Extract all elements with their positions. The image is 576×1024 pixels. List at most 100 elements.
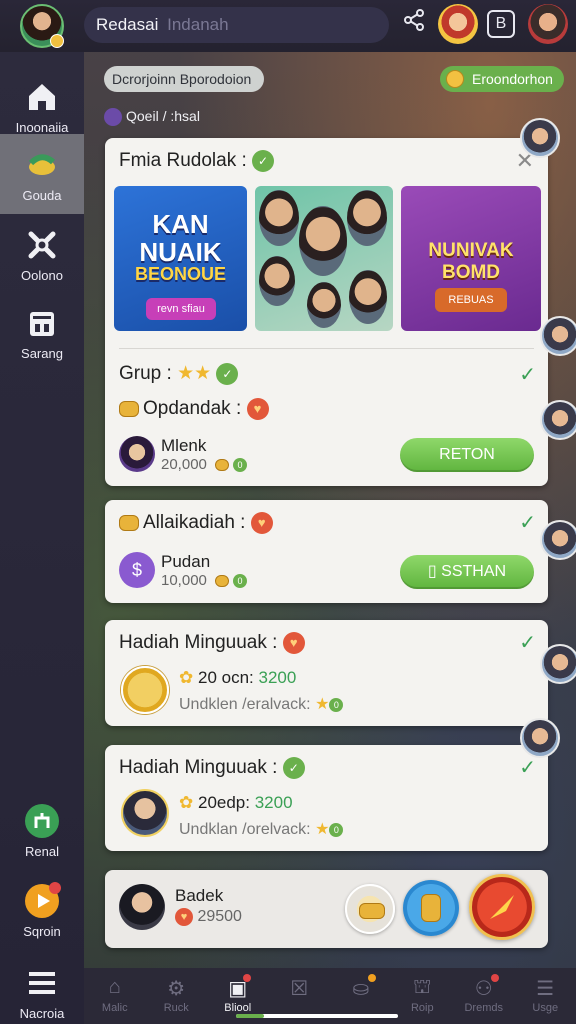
- sidebar-item-rank[interactable]: Renal: [0, 794, 84, 874]
- person-image: [307, 282, 341, 328]
- reward-line-1-label: 20edp:: [197, 793, 250, 812]
- check-icon: 0: [233, 458, 248, 473]
- user-name: Pudan: [161, 552, 211, 571]
- friend-avatar[interactable]: [438, 4, 478, 44]
- check-mark-icon[interactable]: ✓: [519, 362, 536, 387]
- sidebar-item-menu[interactable]: Nacroia: [0, 952, 84, 1024]
- people-icon: ⚇: [453, 974, 515, 1000]
- reward-line-2: Undklan /orelvack: ★ 0: [179, 819, 344, 839]
- edge-avatar[interactable]: [520, 718, 560, 758]
- reward-line-1: ✿ 20edp: 3200: [179, 793, 293, 813]
- crossed-square-icon: ☒: [290, 978, 309, 1000]
- nav-label: Ruck: [163, 1002, 189, 1014]
- star-icon: ✿: [179, 668, 194, 687]
- card-title: Hadiah Minguuak : ♥: [119, 632, 305, 654]
- breadcrumb: Qoeil / :hsal: [104, 108, 200, 127]
- avatar-badge: [50, 34, 64, 48]
- coin-stack-icon: [121, 666, 169, 714]
- banner-button[interactable]: revn sfiau: [146, 298, 216, 320]
- menu-icon: ☰: [536, 978, 555, 1000]
- sidebar-item-label: Gouda: [22, 188, 62, 203]
- nav-item-friends[interactable]: ⚇ Dremds: [453, 968, 515, 1024]
- subsection-title: Opdandak : ♥: [119, 398, 269, 420]
- sidebar-item-play[interactable]: Sqroin: [0, 874, 84, 954]
- gear-icon: ⚙: [167, 978, 186, 1000]
- promo-banner-1[interactable]: KAN NUAIK BEONOUE revn sfiau: [114, 186, 247, 331]
- heart-icon: ♥: [175, 908, 193, 926]
- player-avatar[interactable]: [528, 4, 568, 44]
- nav-item-home[interactable]: ⌂ Malic: [84, 968, 146, 1024]
- banner-title: KAN NUAIK: [139, 209, 222, 267]
- card-title-text: Hadiah Minguuak :: [119, 632, 278, 654]
- check-icon: 0: [233, 574, 248, 589]
- check-mark-icon[interactable]: ✓: [519, 510, 536, 535]
- edge-avatar[interactable]: [540, 520, 576, 560]
- sesthan-button[interactable]: ▯ SSTHAN: [400, 555, 534, 589]
- coin-icon: [215, 459, 230, 472]
- reward-line-2-text: Undklan /orelvack:: [179, 821, 311, 838]
- sidebar-item-label: Sqroin: [23, 924, 61, 939]
- user-avatar: [119, 436, 155, 472]
- sidebar-item-label: Sarang: [21, 346, 63, 361]
- edge-avatar[interactable]: [540, 644, 576, 684]
- title-field[interactable]: Redasai Indanah: [84, 7, 389, 43]
- button-label: SSTHAN: [441, 563, 507, 580]
- edge-avatar[interactable]: [540, 400, 576, 440]
- nav-item-settings[interactable]: ⚙ Ruck: [146, 968, 208, 1024]
- currency-pill-label: Eroondorhon: [472, 71, 553, 87]
- section-title: Grup : ★★ ✓: [119, 362, 239, 385]
- shop-icon: [25, 306, 59, 340]
- coin-stack-button[interactable]: [403, 880, 459, 936]
- profile-avatar[interactable]: [20, 4, 64, 48]
- reward-line-1: ✿ 20 ocn: 3200: [179, 668, 296, 688]
- card-title-text: Allaikadiah :: [143, 512, 246, 534]
- nav-label: Bliool: [224, 1002, 252, 1014]
- bonus-button[interactable]: [469, 874, 535, 940]
- home-icon: ⌂: [108, 976, 121, 998]
- player-avatar[interactable]: [119, 884, 165, 930]
- sidebar-item-tools[interactable]: Oolono: [0, 214, 84, 294]
- player-score-value: 29500: [197, 908, 242, 926]
- currency-pill[interactable]: Eroondorhon: [440, 66, 564, 92]
- edge-avatar[interactable]: [540, 316, 576, 356]
- nav-label: Malic: [101, 1002, 128, 1014]
- promo-banner-group-photo[interactable]: [255, 186, 393, 331]
- reward-line-1-value: 3200: [258, 668, 297, 687]
- nav-item-menu[interactable]: ☰ Usge: [515, 968, 576, 1024]
- scroll-indicator-fill: [236, 1014, 264, 1018]
- reward-card-2: Allaikadiah : ♥ ✓ $ Pudan 10,000 0 ▯ SST…: [105, 500, 548, 603]
- sidebar-item-shop[interactable]: Sarang: [0, 292, 84, 372]
- notification-dot: [242, 974, 251, 982]
- sidebar-item-gifts[interactable]: Gouda: [0, 134, 84, 214]
- notification-dot: [367, 974, 376, 982]
- nav-label: Usge: [532, 1002, 559, 1014]
- shop-icon: ⛫: [413, 976, 432, 998]
- dollar-icon: $: [119, 552, 155, 588]
- nav-item-shop[interactable]: ⛫ Roip: [392, 968, 454, 1024]
- check-icon: ✓: [282, 757, 305, 779]
- heart-icon: ♥: [282, 632, 305, 654]
- banner-button[interactable]: REBUAS: [435, 288, 507, 312]
- reward-line-2-text: Undklen /eralvack:: [179, 696, 311, 713]
- coin-icon: [215, 575, 230, 588]
- wrench-icon: [25, 228, 59, 262]
- filter-pill[interactable]: Dcrorjoinn Bporodoion: [104, 66, 264, 92]
- location-icon: [104, 108, 122, 127]
- share-icon[interactable]: [398, 8, 430, 40]
- arrow-icon: [490, 895, 514, 919]
- coin-bag-button[interactable]: [345, 884, 395, 934]
- bookmark-icon[interactable]: B: [487, 10, 515, 38]
- play-icon: [25, 882, 61, 918]
- heart-icon: ♥: [246, 398, 269, 420]
- user-name: Mlenk: [161, 436, 207, 455]
- person-image: [347, 190, 387, 246]
- promo-banner-3[interactable]: NUNIVAK BOMD REBUAS: [401, 186, 541, 331]
- title-text: Redasai: [96, 15, 159, 34]
- edge-avatar[interactable]: [520, 118, 560, 158]
- gift-icon: [25, 148, 59, 182]
- title-subtext: Indanah: [167, 15, 229, 34]
- return-button[interactable]: RETON: [400, 438, 534, 472]
- check-mark-icon[interactable]: ✓: [519, 755, 536, 780]
- check-mark-icon[interactable]: ✓: [519, 630, 536, 655]
- reward-line-1-label: 20 ocn:: [197, 668, 254, 687]
